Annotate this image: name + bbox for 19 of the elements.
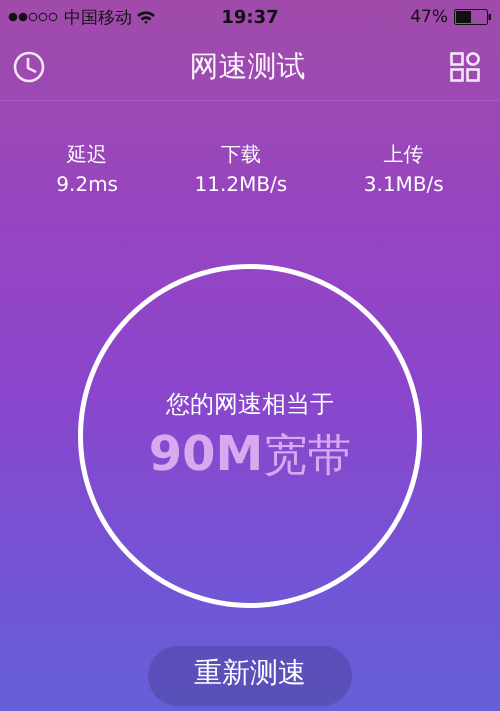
stat-value: 11.2MB/s — [194, 172, 288, 196]
stat-value: 9.2ms — [56, 172, 118, 196]
page-title: 网速测试 — [190, 48, 306, 85]
stat-value: 3.1MB/s — [364, 172, 444, 196]
battery-icon — [454, 9, 492, 25]
wifi-icon — [136, 10, 156, 24]
stat-label: 延迟 — [67, 141, 108, 168]
result-caption: 您的网速相当于 — [166, 388, 334, 420]
retest-button[interactable]: 重新测速 — [148, 646, 352, 706]
speed-value: 90M — [148, 426, 264, 482]
status-time: 19:37 — [221, 6, 279, 28]
stat-label: 下载 — [220, 141, 261, 168]
speed-unit: 宽带 — [263, 428, 352, 482]
signal-icon — [8, 11, 60, 23]
carrier-name: 中国移动 — [64, 6, 132, 28]
battery-percent: 47% — [410, 7, 448, 27]
history-clock-icon[interactable] — [13, 51, 45, 83]
stat-label: 上传 — [384, 141, 424, 168]
grid-icon[interactable] — [450, 52, 480, 82]
